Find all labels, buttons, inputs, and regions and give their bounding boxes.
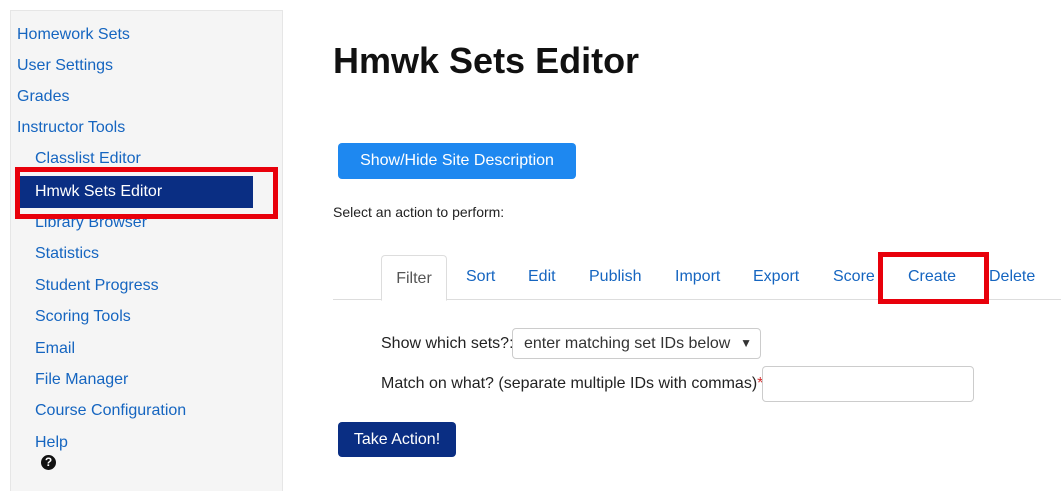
tab-create[interactable]: Create	[908, 268, 956, 286]
tab-sort[interactable]: Sort	[466, 268, 495, 286]
tab-import[interactable]: Import	[675, 268, 720, 286]
sidebar-item-help[interactable]: Help	[35, 434, 68, 452]
show-which-sets-label: Show which sets?:	[381, 335, 514, 352]
dropdown-arrow-icon: ▼	[740, 336, 752, 350]
action-prompt: Select an action to perform:	[333, 204, 505, 220]
sidebar-item-user-settings[interactable]: User Settings	[17, 57, 113, 75]
set-filter-select-value: enter matching set IDs below	[524, 335, 731, 352]
sidebar-item-hmwk-sets-editor[interactable]: Hmwk Sets Editor	[17, 176, 253, 208]
sidebar-item-library-browser[interactable]: Library Browser	[35, 214, 147, 232]
sidebar-item-course-configuration[interactable]: Course Configuration	[35, 402, 186, 420]
match-on-what-text: Match on what? (separate multiple IDs wi…	[381, 375, 758, 392]
tab-filter[interactable]: Filter	[381, 255, 447, 301]
tab-publish[interactable]: Publish	[589, 268, 641, 286]
sidebar-item-scoring-tools[interactable]: Scoring Tools	[35, 308, 131, 326]
page-title: Hmwk Sets Editor	[333, 40, 640, 81]
sidebar-item-instructor-tools[interactable]: Instructor Tools	[17, 119, 125, 137]
sidebar-item-file-manager[interactable]: File Manager	[35, 371, 128, 389]
match-ids-input[interactable]	[762, 366, 974, 402]
show-hide-site-description-button[interactable]: Show/Hide Site Description	[338, 143, 576, 179]
tab-export[interactable]: Export	[753, 268, 799, 286]
sidebar-item-classlist-editor[interactable]: Classlist Editor	[35, 150, 141, 168]
question-circle-icon[interactable]: ?	[41, 455, 56, 470]
sidebar-item-homework-sets[interactable]: Homework Sets	[17, 26, 130, 44]
sidebar-item-email[interactable]: Email	[35, 340, 75, 358]
sidebar-item-statistics[interactable]: Statistics	[35, 245, 99, 263]
sidebar-item-student-progress[interactable]: Student Progress	[35, 277, 159, 295]
match-on-what-label: Match on what? (separate multiple IDs wi…	[381, 375, 768, 393]
tab-score[interactable]: Score	[833, 268, 875, 286]
tab-delete[interactable]: Delete	[989, 268, 1035, 286]
take-action-button[interactable]: Take Action!	[338, 422, 456, 457]
tab-edit[interactable]: Edit	[528, 268, 556, 286]
set-filter-select[interactable]: enter matching set IDs below ▼	[512, 328, 761, 359]
sidebar-item-grades[interactable]: Grades	[17, 88, 69, 106]
